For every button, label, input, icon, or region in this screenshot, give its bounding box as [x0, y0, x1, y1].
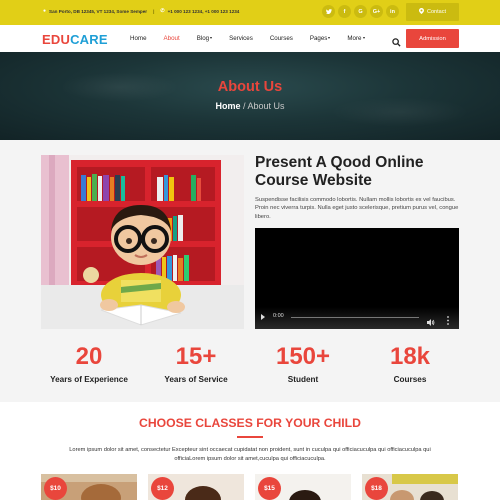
- breadcrumb-current: About Us: [247, 101, 285, 111]
- stat-students: 150+ Student: [243, 343, 363, 384]
- stat-label: Years of Service: [164, 375, 228, 384]
- class-card[interactable]: $12: [148, 474, 244, 500]
- nav-item-courses[interactable]: Courses: [270, 35, 293, 42]
- top-info-bar: ● San Porto, DB 12345, VT 1234, Some Sem…: [0, 0, 500, 25]
- title-underline: [237, 436, 263, 438]
- page-title: About Us: [217, 79, 283, 95]
- contact-button-label: Contact: [427, 9, 446, 15]
- price-badge: $15: [258, 477, 281, 500]
- class-card[interactable]: $15: [255, 474, 351, 500]
- child-reading-photo: [41, 155, 244, 329]
- contact-button[interactable]: Contact: [406, 3, 459, 21]
- stat-label: Courses: [393, 375, 427, 384]
- breadcrumb-home[interactable]: Home: [215, 101, 240, 111]
- volume-icon[interactable]: [427, 313, 435, 326]
- nav-menu: Home About Blog Services Courses Pages M…: [130, 35, 382, 42]
- contact-info: ● San Porto, DB 12345, VT 1234, Some Sem…: [43, 8, 239, 14]
- section-title: CHOOSE CLASSES FOR YOUR CHILD: [139, 416, 361, 430]
- address-text: San Porto, DB 12345, VT 1234, Some Sempe…: [49, 8, 148, 14]
- nav-item-home[interactable]: Home: [130, 35, 147, 42]
- nav-item-more[interactable]: More: [347, 35, 365, 42]
- stats-row: 20 Years of Experience 15+ Years of Serv…: [0, 343, 500, 388]
- class-card[interactable]: $18: [362, 474, 458, 500]
- admission-button[interactable]: Admission: [406, 29, 459, 48]
- nav-item-pages[interactable]: Pages: [310, 35, 331, 42]
- chevron-down-icon: [328, 37, 331, 40]
- info-divider: |: [153, 8, 155, 14]
- facebook-icon[interactable]: f: [338, 5, 351, 18]
- nav-item-pages-label: Pages: [309, 35, 328, 42]
- classes-section: CHOOSE CLASSES FOR YOUR CHILD Lorem ipsu…: [0, 402, 500, 500]
- phone-icon: ✆: [160, 8, 165, 14]
- video-player[interactable]: 0:00: [255, 228, 459, 329]
- stat-experience: 20 Years of Experience: [29, 343, 149, 384]
- class-card[interactable]: $10: [41, 474, 137, 500]
- stat-label: Student: [287, 375, 319, 384]
- price-badge: $12: [151, 477, 174, 500]
- site-logo[interactable]: EDUCARE: [42, 32, 108, 47]
- logo-care: CARE: [70, 32, 108, 47]
- play-icon[interactable]: [261, 314, 265, 320]
- page-banner: About Us Home / About Us: [0, 52, 500, 140]
- google-icon[interactable]: G: [354, 5, 367, 18]
- linkedin-icon[interactable]: in: [386, 5, 399, 18]
- video-seek-bar[interactable]: [291, 317, 419, 319]
- twitter-icon[interactable]: [322, 5, 335, 18]
- price-badge: $18: [365, 477, 388, 500]
- location-pin-icon: ●: [43, 8, 47, 14]
- stat-courses: 18k Courses: [350, 343, 470, 384]
- nav-item-services[interactable]: Services: [229, 35, 253, 42]
- google-plus-icon[interactable]: G+: [370, 5, 383, 18]
- about-heading: Present A Qood Online Course Website: [255, 154, 424, 189]
- video-time: 0:00: [273, 313, 284, 319]
- about-section: Present A Qood Online Course Website Sus…: [0, 140, 500, 402]
- nav-item-about[interactable]: About: [164, 35, 180, 42]
- price-badge: $10: [44, 477, 67, 500]
- nav-item-more-label: More: [347, 35, 362, 42]
- stat-number: 15+: [175, 343, 217, 370]
- stat-number: 18k: [389, 343, 431, 370]
- social-links: f G G+ in: [322, 5, 402, 18]
- map-pin-icon: [419, 8, 425, 16]
- more-options-icon[interactable]: [447, 312, 449, 325]
- search-icon[interactable]: [392, 34, 401, 47]
- stat-label: Years of Experience: [50, 375, 128, 384]
- video-controls: 0:00: [255, 307, 459, 329]
- breadcrumb: Home / About Us: [0, 101, 500, 111]
- stat-service: 15+ Years of Service: [136, 343, 256, 384]
- about-description: Suspendisse facilisis commodo lobortis. …: [255, 197, 459, 220]
- nav-item-blog[interactable]: Blog: [196, 35, 213, 42]
- chevron-down-icon: [362, 37, 365, 40]
- main-navbar: EDUCARE Home About Blog Services Courses…: [0, 25, 500, 52]
- stat-number: 20: [75, 343, 103, 370]
- nav-item-blog-label: Blog: [196, 35, 210, 42]
- chevron-down-icon: [210, 37, 213, 40]
- stat-number: 150+: [275, 343, 331, 370]
- phone-text: +1 000 123 1234, +1 000 123 1234: [167, 8, 240, 14]
- section-description: Lorem ipsum dolor sit amet, consectetur …: [69, 447, 431, 462]
- breadcrumb-separator: /: [240, 101, 248, 111]
- logo-edu: EDU: [42, 32, 71, 47]
